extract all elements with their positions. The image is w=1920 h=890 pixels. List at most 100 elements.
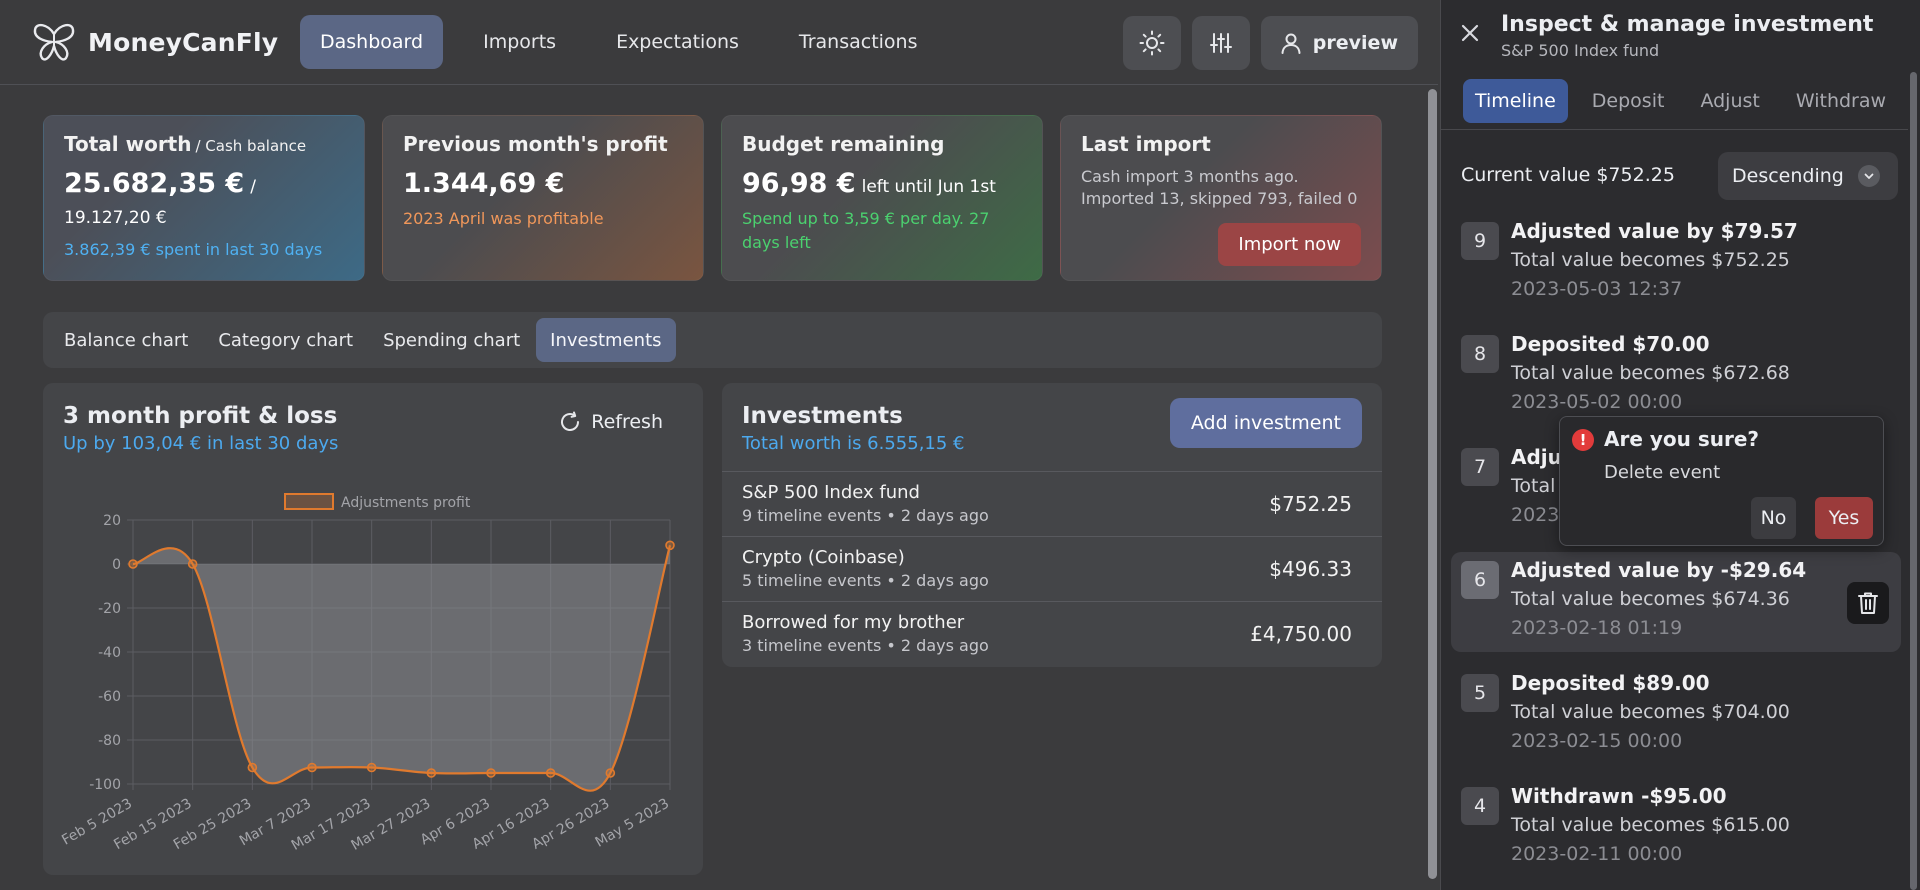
series-area-fill xyxy=(133,545,670,791)
app-name: MoneyCanFly xyxy=(88,27,279,57)
nav-expectations[interactable]: Expectations xyxy=(596,15,759,69)
investment-row[interactable]: S&P 500 Index fund 9 timeline events • 2… xyxy=(722,471,1382,536)
previous-profit-title: Previous month's profit xyxy=(403,132,668,156)
total-worth-title: Total worth xyxy=(64,132,192,156)
drawer-scrollbar-thumb[interactable] xyxy=(1910,72,1917,890)
tab-balance-chart[interactable]: Balance chart xyxy=(50,318,202,362)
event-date: 2023 xyxy=(1511,504,1560,526)
event-number: 5 xyxy=(1461,674,1499,712)
refresh-button[interactable]: Refresh xyxy=(559,411,663,433)
sliders-icon xyxy=(1209,33,1232,53)
user-icon xyxy=(1281,33,1301,54)
confirm-no-button[interactable]: No xyxy=(1751,497,1796,539)
drawer-scrollbar[interactable] xyxy=(1907,72,1920,890)
warning-icon: ! xyxy=(1572,429,1594,451)
event-title: Deposited $70.00 xyxy=(1511,332,1710,356)
drawer-tabs: Timeline Deposit Adjust Withdraw xyxy=(1441,72,1908,130)
data-point xyxy=(307,762,317,773)
nav-imports[interactable]: Imports xyxy=(463,15,576,69)
total-worth-amount: 25.682,35 € xyxy=(64,168,245,199)
event-number: 7 xyxy=(1461,448,1499,486)
profit-loss-title: 3 month profit & loss xyxy=(63,403,338,429)
investment-row[interactable]: Borrowed for my brother 3 timeline event… xyxy=(722,601,1382,666)
y-tick-label: -40 xyxy=(98,645,121,661)
investments-total: Total worth is 6.555,15 € xyxy=(742,433,965,454)
event-title: Withdrawn -$95.00 xyxy=(1511,784,1727,808)
previous-profit-value: 1.344,69 € xyxy=(403,168,565,199)
timeline-event[interactable]: 4 Withdrawn -$95.00 Total value becomes … xyxy=(1451,778,1901,878)
budget-until: left until Jun 1st xyxy=(861,177,996,197)
budget-note: Spend up to 3,59 € per day. 27 days left xyxy=(742,209,990,252)
trash-icon xyxy=(1858,592,1878,614)
import-now-button[interactable]: Import now xyxy=(1218,223,1361,266)
sun-icon xyxy=(1139,30,1165,56)
last-import-body: Cash import 3 months ago. Imported 13, s… xyxy=(1081,166,1361,210)
drawer-title: Inspect & manage investment xyxy=(1501,12,1874,37)
tab-category-chart[interactable]: Category chart xyxy=(204,318,367,362)
top-navbar: MoneyCanFly Dashboard Imports Expectatio… xyxy=(0,0,1438,85)
theme-toggle-button[interactable] xyxy=(1122,16,1181,70)
y-tick-label: -100 xyxy=(89,777,121,793)
delete-event-button[interactable] xyxy=(1847,582,1889,624)
card-title: Total worth / Cash balance xyxy=(64,132,344,156)
settings-button[interactable] xyxy=(1191,16,1250,70)
investment-value: $752.25 xyxy=(1269,492,1352,516)
refresh-icon xyxy=(561,411,580,431)
tab-adjust[interactable]: Adjust xyxy=(1688,79,1771,123)
tab-withdraw[interactable]: Withdraw xyxy=(1784,79,1898,123)
sort-order-select[interactable]: Descending xyxy=(1718,152,1898,200)
investment-name: Crypto (Coinbase) xyxy=(742,547,905,568)
data-point xyxy=(128,559,138,569)
confirm-yes-button[interactable]: Yes xyxy=(1815,497,1873,539)
timeline-event-selected[interactable]: 6 Adjusted value by -$29.64 Total value … xyxy=(1451,552,1901,652)
data-point xyxy=(545,768,556,778)
user-menu-button[interactable]: preview xyxy=(1260,16,1418,70)
event-total: Total value becomes $674.36 xyxy=(1511,588,1790,610)
add-investment-button[interactable]: Add investment xyxy=(1169,398,1362,448)
event-date: 2023-02-18 01:19 xyxy=(1511,617,1683,639)
tab-spending-chart[interactable]: Spending chart xyxy=(369,318,534,362)
drawer-subtitle: S&P 500 Index fund xyxy=(1501,41,1660,60)
y-tick-label: 0 xyxy=(112,557,121,573)
nav-dashboard[interactable]: Dashboard xyxy=(300,15,444,69)
confirm-question: Are you sure? xyxy=(1604,427,1760,451)
butterfly-logo-icon xyxy=(33,23,75,61)
nav-transactions[interactable]: Transactions xyxy=(779,15,938,69)
last-import-line1: Cash import 3 months ago. xyxy=(1081,167,1299,186)
timeline-event[interactable]: 8 Deposited $70.00 Total value becomes $… xyxy=(1451,326,1901,426)
investment-name: S&P 500 Index fund xyxy=(742,482,920,503)
data-point xyxy=(247,762,258,773)
close-drawer-button[interactable] xyxy=(1459,22,1481,48)
data-point xyxy=(187,559,198,569)
investment-value: £4,750.00 xyxy=(1250,622,1352,646)
y-tick-label: -80 xyxy=(98,733,121,749)
investment-meta: 9 timeline events • 2 days ago xyxy=(742,506,989,525)
tab-investments[interactable]: Investments xyxy=(536,318,676,362)
event-date: 2023-02-11 00:00 xyxy=(1511,843,1683,865)
timeline-event[interactable]: 5 Deposited $89.00 Total value becomes $… xyxy=(1451,665,1901,765)
last-import-title: Last import xyxy=(1081,132,1211,156)
event-total: Total value becomes $752.25 xyxy=(1511,249,1790,271)
brand[interactable]: MoneyCanFly xyxy=(32,22,300,62)
tab-deposit[interactable]: Deposit xyxy=(1580,79,1677,123)
investments-title: Investments xyxy=(742,403,903,429)
chevron-down-icon xyxy=(1858,165,1880,187)
current-value: Current value $752.25 xyxy=(1461,164,1675,186)
last-import-line2: Imported 13, skipped 793, failed 0 xyxy=(1081,189,1358,208)
budget-title: Budget remaining xyxy=(742,132,945,156)
cash-balance-label: / Cash balance xyxy=(195,137,307,155)
investment-meta: 5 timeline events • 2 days ago xyxy=(742,571,989,590)
main-scrollbar[interactable] xyxy=(1426,85,1438,890)
event-date: 2023-05-03 12:37 xyxy=(1511,278,1683,300)
main-scrollbar-thumb[interactable] xyxy=(1428,89,1437,879)
event-title: Adjusted value by -$29.64 xyxy=(1511,558,1807,582)
timeline-event[interactable]: 9 Adjusted value by $79.57 Total value b… xyxy=(1451,213,1901,313)
event-date: 2023-05-02 00:00 xyxy=(1511,391,1683,413)
tab-timeline[interactable]: Timeline xyxy=(1463,78,1568,123)
sort-order-value: Descending xyxy=(1732,165,1844,187)
event-number: 9 xyxy=(1461,222,1499,260)
data-point xyxy=(426,768,437,778)
confirm-detail: Delete event xyxy=(1604,462,1721,483)
investment-name: Borrowed for my brother xyxy=(742,612,965,633)
investment-row[interactable]: Crypto (Coinbase) 5 timeline events • 2 … xyxy=(722,536,1382,601)
